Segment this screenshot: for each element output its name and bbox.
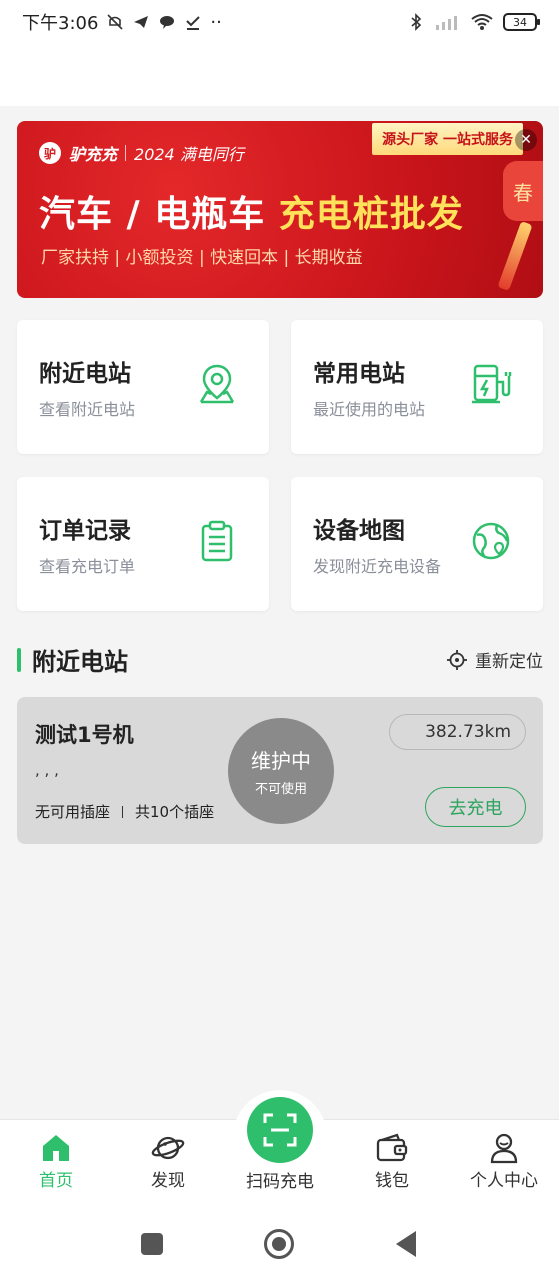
banner-slogan: 2024 满电同行 — [134, 145, 244, 164]
station-card[interactable]: 测试1号机 , , , 无可用插座 共10个插座 382.73km 去充电 维护… — [17, 697, 543, 844]
wifi-icon — [471, 14, 493, 30]
banner-tag: 源头厂家 一站式服务 — [372, 123, 523, 155]
user-icon — [490, 1133, 518, 1164]
maintenance-sub: 不可使用 — [254, 782, 307, 797]
globe-icon — [472, 522, 510, 560]
card-title: 设备地图 — [313, 518, 405, 544]
banner-headline: 汽车 / 电瓶车 充电桩批发 — [39, 194, 464, 235]
tab-home[interactable]: 首页 — [6, 1132, 106, 1191]
download-check-icon — [186, 16, 201, 30]
header-area — [0, 44, 559, 106]
tab-label: 首页 — [39, 1171, 73, 1191]
card-title: 订单记录 — [39, 518, 131, 544]
card-subtitle: 发现附近充电设备 — [313, 557, 442, 576]
home-button[interactable] — [264, 1229, 294, 1259]
relocate-button[interactable]: 重新定位 — [447, 647, 543, 672]
scan-charge-button[interactable] — [247, 1097, 313, 1163]
mute-icon — [107, 14, 123, 30]
card-subtitle: 查看充电订单 — [39, 557, 136, 576]
status-time: 下午3:06 — [22, 13, 99, 34]
tab-discover[interactable]: 发现 — [118, 1132, 218, 1191]
station-ports: 无可用插座 共10个插座 — [35, 801, 214, 822]
relocate-label: 重新定位 — [475, 652, 543, 672]
tab-scan-label[interactable]: 扫码充电 — [230, 1167, 330, 1192]
card-title: 常用电站 — [313, 361, 405, 387]
chat-icon — [160, 16, 175, 29]
banner-brand: 驴充充 — [69, 145, 118, 164]
more-notifications-icon: ·· — [210, 11, 222, 33]
maintenance-badge: 维护中 不可使用 — [228, 718, 334, 824]
tab-label: 发现 — [151, 1171, 185, 1191]
home-icon — [43, 1135, 69, 1161]
status-bar: 下午3:06 ·· 34 — [0, 0, 559, 44]
card-subtitle: 查看附近电站 — [39, 400, 136, 419]
tab-wallet[interactable]: 钱包 — [342, 1132, 442, 1191]
tassel-decoration — [497, 221, 533, 291]
card-subtitle: 最近使用的电站 — [313, 400, 426, 419]
tab-label: 个人中心 — [470, 1171, 538, 1191]
signal-icon — [436, 16, 457, 30]
wallet-icon — [376, 1133, 408, 1162]
ports-total: 共10个插座 — [135, 803, 215, 821]
scan-icon — [263, 1113, 297, 1147]
station-name: 测试1号机 — [35, 723, 134, 747]
card-frequent-stations[interactable]: 常用电站 最近使用的电站 — [291, 320, 543, 454]
telegram-icon — [134, 16, 149, 28]
locate-icon — [447, 649, 467, 670]
banner-side-decoration: 春 — [503, 161, 543, 221]
brand-logo-icon: 驴 — [39, 142, 61, 164]
system-nav-bar — [0, 1203, 559, 1280]
banner-logo-row: 驴 驴充充 2024 满电同行 — [39, 141, 244, 165]
tab-label: 钱包 — [375, 1171, 409, 1191]
ports-available: 无可用插座 — [35, 803, 111, 821]
card-device-map[interactable]: 设备地图 发现附近充电设备 — [291, 477, 543, 611]
maintenance-status: 维护中 — [251, 749, 311, 773]
battery-icon: 34 — [503, 13, 540, 31]
tab-profile[interactable]: 个人中心 — [454, 1132, 554, 1191]
planet-icon — [151, 1136, 185, 1160]
card-order-records[interactable]: 订单记录 查看充电订单 — [17, 477, 269, 611]
section-title: 附近电站 — [32, 648, 128, 676]
bluetooth-icon — [411, 13, 422, 31]
promo-banner[interactable]: 驴 驴充充 2024 满电同行 源头厂家 一站式服务 ✕ 汽车 / 电瓶车 充电… — [17, 121, 543, 298]
go-charge-button[interactable]: 去充电 — [425, 787, 526, 827]
charging-station-icon — [472, 364, 512, 404]
distance-badge: 382.73km — [389, 714, 526, 750]
banner-subline: 厂家扶持 | 小额投资 | 快速回本 | 长期收益 — [41, 248, 363, 268]
card-title: 附近电站 — [39, 361, 131, 387]
section-accent-bar — [17, 648, 21, 672]
recent-apps-button[interactable] — [141, 1233, 163, 1255]
card-nearby-stations[interactable]: 附近电站 查看附近电站 — [17, 320, 269, 454]
map-pin-icon — [199, 364, 235, 404]
close-icon[interactable]: ✕ — [515, 129, 537, 151]
station-address: , , , — [35, 761, 59, 779]
back-button[interactable] — [396, 1231, 416, 1257]
clipboard-icon — [201, 520, 233, 562]
